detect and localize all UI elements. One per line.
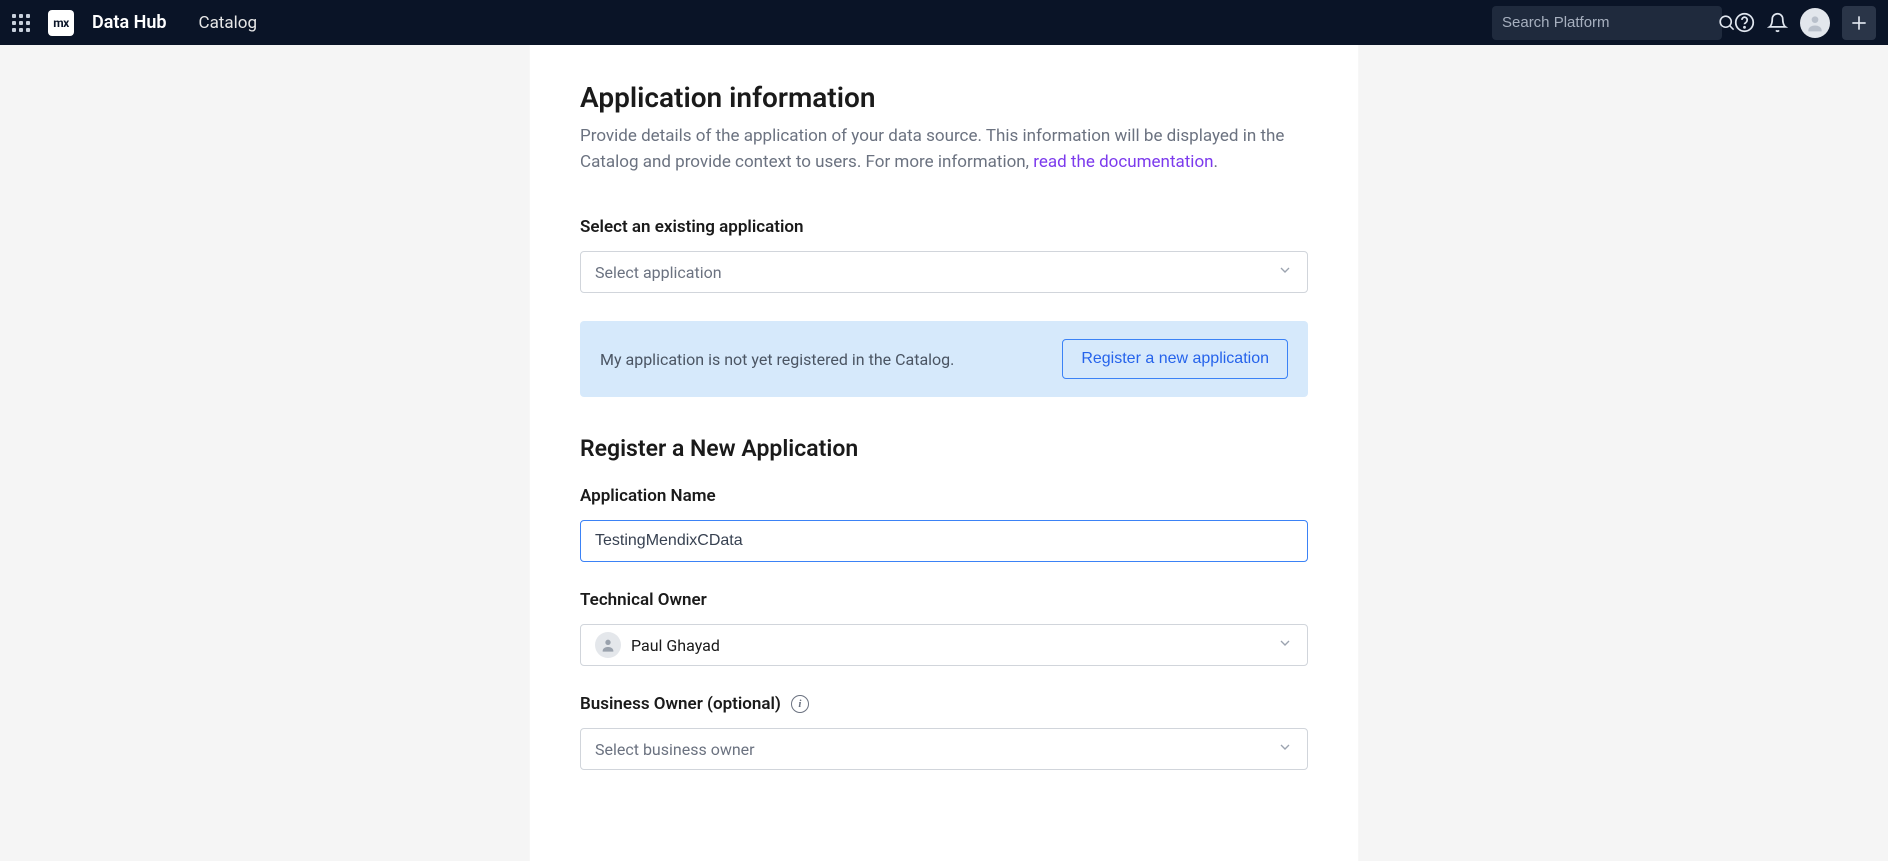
user-avatar[interactable] [1800, 8, 1830, 38]
technical-owner-value: Paul Ghayad [631, 636, 720, 655]
app-header: mx Data Hub Catalog [0, 0, 1888, 45]
subtitle-text-end: . [1214, 152, 1218, 172]
register-new-application-button[interactable]: Register a new application [1062, 339, 1288, 379]
select-existing-label: Select an existing application [580, 217, 1308, 237]
info-icon[interactable]: i [791, 695, 809, 713]
chevron-down-icon [1277, 739, 1293, 759]
notifications-icon[interactable] [1767, 12, 1788, 33]
header-right [1492, 6, 1876, 40]
mendix-logo[interactable]: mx [48, 10, 74, 36]
help-icon[interactable] [1734, 12, 1755, 33]
business-owner-placeholder: Select business owner [595, 740, 755, 759]
register-banner: My application is not yet registered in … [580, 321, 1308, 397]
form-card: Application information Provide details … [529, 45, 1359, 861]
page-subtitle: Provide details of the application of yo… [580, 124, 1308, 175]
add-button[interactable] [1842, 6, 1876, 40]
select-application-dropdown[interactable]: Select application [580, 251, 1308, 293]
business-owner-label-text: Business Owner (optional) [580, 694, 781, 714]
technical-owner-dropdown[interactable]: Paul Ghayad [580, 624, 1308, 666]
page-body: Application information Provide details … [0, 45, 1888, 861]
product-name: Data Hub [92, 12, 167, 33]
register-heading: Register a New Application [580, 435, 1308, 462]
documentation-link[interactable]: read the documentation [1033, 152, 1213, 172]
application-name-input[interactable] [580, 520, 1308, 562]
application-name-label: Application Name [580, 486, 1308, 506]
business-owner-label: Business Owner (optional) i [580, 694, 1308, 714]
nav-catalog[interactable]: Catalog [199, 13, 258, 33]
chevron-down-icon [1277, 635, 1293, 655]
select-application-placeholder: Select application [595, 263, 722, 282]
chevron-down-icon [1277, 262, 1293, 282]
apps-grid-icon[interactable] [12, 14, 30, 32]
page-title: Application information [580, 81, 1308, 114]
owner-avatar-icon [595, 632, 621, 658]
business-owner-dropdown[interactable]: Select business owner [580, 728, 1308, 770]
platform-search[interactable] [1492, 6, 1722, 40]
header-left: mx Data Hub Catalog [12, 10, 257, 36]
technical-owner-label: Technical Owner [580, 590, 1308, 610]
banner-text: My application is not yet registered in … [600, 350, 954, 369]
search-input[interactable] [1502, 14, 1701, 31]
